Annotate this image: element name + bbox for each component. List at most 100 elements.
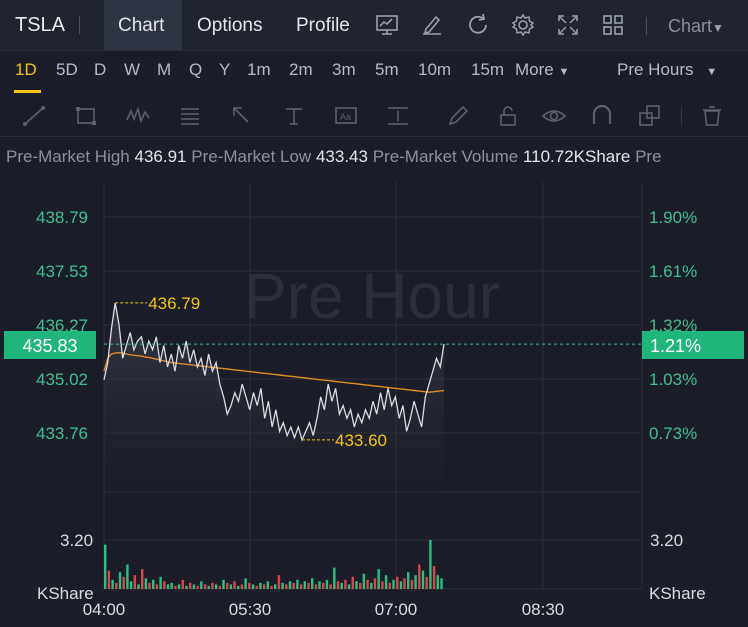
volume-bar <box>111 579 114 589</box>
fibonacci-tool-icon[interactable] <box>176 102 204 130</box>
volume-bar <box>266 581 269 589</box>
divider <box>79 16 80 34</box>
session-label: Pre Hours <box>617 60 694 79</box>
settings-gear-icon[interactable] <box>510 12 536 38</box>
volume-bar <box>292 582 295 589</box>
label-tool-icon[interactable]: Aa <box>332 102 360 130</box>
pre-market-volume-value: 110.72KShare <box>522 147 631 166</box>
period-w[interactable]: W <box>124 60 140 80</box>
divider <box>646 17 647 35</box>
volume-bar <box>189 582 192 589</box>
volume-bar <box>244 578 247 589</box>
tab-profile[interactable]: Profile <box>282 0 364 50</box>
refresh-icon[interactable] <box>465 12 491 38</box>
volume-bar <box>229 584 233 589</box>
volume-bar <box>211 582 214 589</box>
last-price-value: 435.83 <box>22 336 77 356</box>
volume-bar <box>126 564 129 589</box>
volume-bar <box>436 575 439 589</box>
arrow-tool-icon[interactable] <box>228 102 256 130</box>
text-tool-icon[interactable] <box>280 102 308 130</box>
period-15m[interactable]: 15m <box>471 60 504 80</box>
period-selector: 1D 5D D W M Q Y 1m 2m 3m 5m 10m 15m More… <box>0 50 748 94</box>
volume-bar <box>226 582 229 589</box>
rectangle-tool-icon[interactable] <box>72 102 100 130</box>
volume-bar <box>170 582 173 589</box>
volume-bar <box>366 579 369 589</box>
y-tick-label-percent: 1.03% <box>649 370 697 389</box>
volume-bar <box>359 582 362 589</box>
volume-bar <box>107 570 111 589</box>
volume-bar <box>133 575 136 589</box>
trash-icon[interactable] <box>698 102 726 130</box>
volume-bar <box>285 584 288 589</box>
period-q[interactable]: Q <box>189 60 202 80</box>
fullscreen-icon[interactable] <box>555 12 581 38</box>
y-tick-label: 433.76 <box>36 424 88 443</box>
volume-bar <box>255 585 258 589</box>
session-dropdown[interactable]: Pre Hours ▼ <box>617 60 717 80</box>
volume-bar <box>303 581 306 589</box>
volume-bar <box>200 581 203 589</box>
volume-bar <box>237 585 240 589</box>
period-3m[interactable]: 3m <box>332 60 356 80</box>
presentation-chart-icon[interactable] <box>374 12 400 38</box>
more-periods-dropdown[interactable]: More ▼ <box>515 60 569 80</box>
ruler-tool-icon[interactable] <box>384 102 412 130</box>
x-tick-label: 07:00 <box>375 600 418 619</box>
volume-bar <box>336 581 340 589</box>
period-y[interactable]: Y <box>219 60 230 80</box>
volume-bar <box>322 582 325 589</box>
divider <box>681 107 682 125</box>
caret-down-icon: ▼ <box>558 66 570 78</box>
volume-bar <box>362 573 366 589</box>
period-1m[interactable]: 1m <box>247 60 271 80</box>
edit-note-icon[interactable] <box>419 12 445 38</box>
volume-bar <box>104 544 107 589</box>
trend-line-tool-icon[interactable] <box>20 102 48 130</box>
volume-bar <box>281 582 284 589</box>
chevron-down-icon: ▼ <box>712 21 724 35</box>
volume-bar <box>392 579 395 589</box>
y-tick-label-percent: 1.90% <box>649 208 697 227</box>
volume-bar <box>192 584 196 589</box>
pre-market-high-label: Pre-Market High <box>6 147 130 166</box>
pre-market-stats: Pre-Market High 436.91 Pre-Market Low 43… <box>6 147 748 167</box>
period-5d[interactable]: 5D <box>56 60 78 80</box>
volume-bar <box>214 584 218 589</box>
volume-bar <box>218 585 221 589</box>
volume-bar <box>347 584 351 589</box>
period-2m[interactable]: 2m <box>289 60 313 80</box>
price-chart[interactable]: Pre Hour 436.79 433.60 438.79437.53436.2… <box>0 178 748 627</box>
period-m[interactable]: M <box>157 60 171 80</box>
volume-bar <box>333 567 336 589</box>
volume-bar <box>152 579 155 589</box>
volume-bar <box>240 584 244 589</box>
wave-tool-icon[interactable] <box>124 102 152 130</box>
volume-bar <box>388 582 391 589</box>
period-d[interactable]: D <box>94 60 106 80</box>
volume-bar <box>421 570 425 589</box>
grid-layout-icon[interactable] <box>600 12 626 38</box>
volume-bar <box>311 578 314 589</box>
magnet-icon[interactable] <box>588 102 616 130</box>
chart-type-label: Chart <box>668 16 713 36</box>
svg-text:Aa: Aa <box>340 112 351 122</box>
tab-options[interactable]: Options <box>183 0 276 50</box>
layers-icon[interactable] <box>636 102 664 130</box>
volume-bar <box>307 582 310 589</box>
tab-chart[interactable]: Chart <box>104 0 182 50</box>
volume-bar <box>277 575 281 589</box>
lock-icon[interactable] <box>494 102 522 130</box>
volume-bar <box>429 540 432 589</box>
low-marker-label: 433.60 <box>335 431 387 450</box>
period-5m[interactable]: 5m <box>375 60 399 80</box>
eye-icon[interactable] <box>540 102 568 130</box>
period-1d[interactable]: 1D <box>15 60 37 80</box>
volume-bar <box>155 584 159 589</box>
volume-bar <box>177 584 181 589</box>
pencil-icon[interactable] <box>444 102 472 130</box>
right-axis: 1.90%1.61%1.32%1.03%0.73% <box>649 208 697 443</box>
chart-type-dropdown[interactable]: Chart▼ <box>668 16 724 37</box>
period-10m[interactable]: 10m <box>418 60 451 80</box>
